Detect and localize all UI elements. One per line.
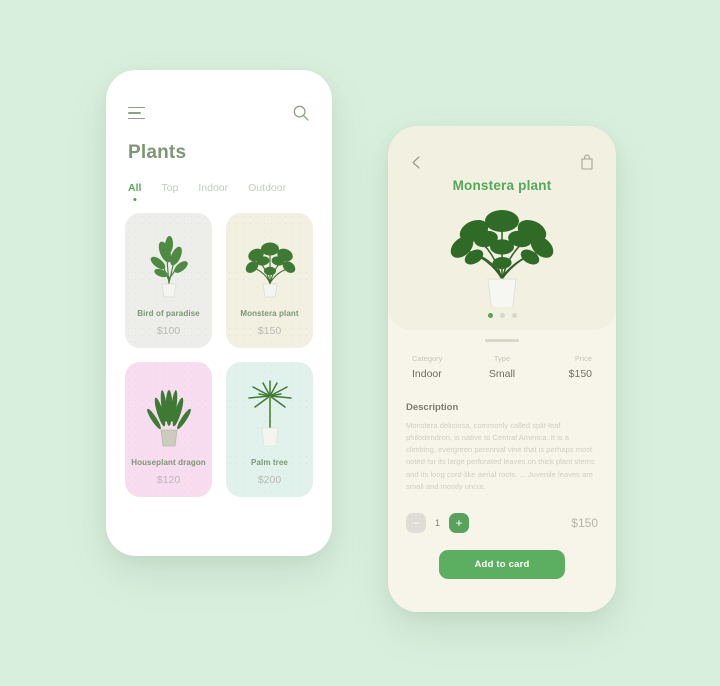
chevron-left-icon[interactable] bbox=[410, 155, 423, 170]
quantity-value: 1 bbox=[435, 518, 441, 529]
detail-sheet: Category Indoor Type Small Price $150 De… bbox=[388, 339, 616, 612]
hero-section: Monstera plant bbox=[388, 126, 616, 330]
sheet-drag-handle[interactable] bbox=[485, 339, 519, 342]
tab-top[interactable]: Top bbox=[161, 182, 178, 201]
tab-all[interactable]: All bbox=[128, 182, 141, 201]
product-name: Bird of paradise bbox=[137, 309, 200, 318]
spec-category: Category Indoor bbox=[412, 354, 472, 380]
add-to-cart-button[interactable]: Add to card bbox=[439, 550, 565, 580]
spec-value: Small bbox=[488, 367, 516, 380]
monstera-hero-image bbox=[388, 195, 616, 307]
houseplant-dragon-image bbox=[131, 372, 206, 448]
product-grid: Bird of paradise $100 Monstera plant $15… bbox=[106, 201, 332, 497]
product-card[interactable]: Bird of paradise $100 bbox=[125, 213, 212, 348]
carousel-dot[interactable] bbox=[499, 313, 505, 318]
quantity-row: − 1 + $150 bbox=[406, 513, 598, 534]
product-name: Houseplant dragon bbox=[131, 458, 206, 467]
product-price: $150 bbox=[257, 325, 282, 337]
spec-label: Type bbox=[493, 353, 511, 363]
palm-tree-image bbox=[232, 372, 307, 448]
total-price: $150 bbox=[571, 516, 598, 531]
hamburger-icon[interactable] bbox=[128, 106, 145, 120]
detail-header bbox=[388, 126, 616, 170]
product-price: $120 bbox=[156, 474, 181, 486]
product-card[interactable]: Houseplant dragon $120 bbox=[125, 362, 212, 497]
image-carousel-dots bbox=[388, 313, 616, 318]
carousel-dot[interactable] bbox=[487, 313, 493, 318]
product-card[interactable]: Palm tree $200 bbox=[226, 362, 313, 497]
product-name: Monstera plant bbox=[240, 309, 299, 318]
product-name: Palm tree bbox=[251, 458, 288, 467]
bird-of-paradise-image bbox=[131, 223, 206, 299]
spec-value: $150 bbox=[568, 367, 592, 380]
spec-value: Indoor bbox=[412, 367, 442, 380]
detail-title: Monstera plant bbox=[452, 178, 552, 193]
spec-label: Category bbox=[412, 353, 443, 363]
app-mockup-canvas: Plants All Top Indoor Outdoor Bird of pa… bbox=[0, 0, 720, 686]
plant-list-screen: Plants All Top Indoor Outdoor Bird of pa… bbox=[106, 70, 332, 556]
monstera-plant-image bbox=[232, 223, 307, 299]
decrement-quantity-button[interactable]: − bbox=[406, 513, 426, 534]
description-text: Monstera deliciosa, commonly called spli… bbox=[406, 420, 595, 492]
description-heading: Description bbox=[406, 401, 459, 413]
category-tabs: All Top Indoor Outdoor bbox=[128, 182, 332, 201]
shopping-bag-icon[interactable] bbox=[580, 154, 594, 170]
list-header bbox=[106, 70, 332, 122]
search-icon[interactable] bbox=[292, 104, 310, 122]
spec-type: Type Small bbox=[472, 354, 532, 380]
page-title: Plants bbox=[128, 142, 187, 163]
tab-indoor[interactable]: Indoor bbox=[198, 182, 228, 201]
plant-detail-screen: Monstera plant Category Indoor Type Smal… bbox=[388, 126, 616, 612]
product-price: $200 bbox=[257, 474, 282, 486]
increment-quantity-button[interactable]: + bbox=[449, 513, 470, 534]
spec-price: Price $150 bbox=[532, 354, 592, 380]
product-price: $100 bbox=[156, 325, 181, 337]
tab-outdoor[interactable]: Outdoor bbox=[248, 182, 286, 201]
product-card[interactable]: Monstera plant $150 bbox=[226, 213, 313, 348]
spec-row: Category Indoor Type Small Price $150 bbox=[406, 354, 598, 380]
carousel-dot[interactable] bbox=[511, 313, 517, 318]
spec-label: Price bbox=[574, 353, 592, 363]
